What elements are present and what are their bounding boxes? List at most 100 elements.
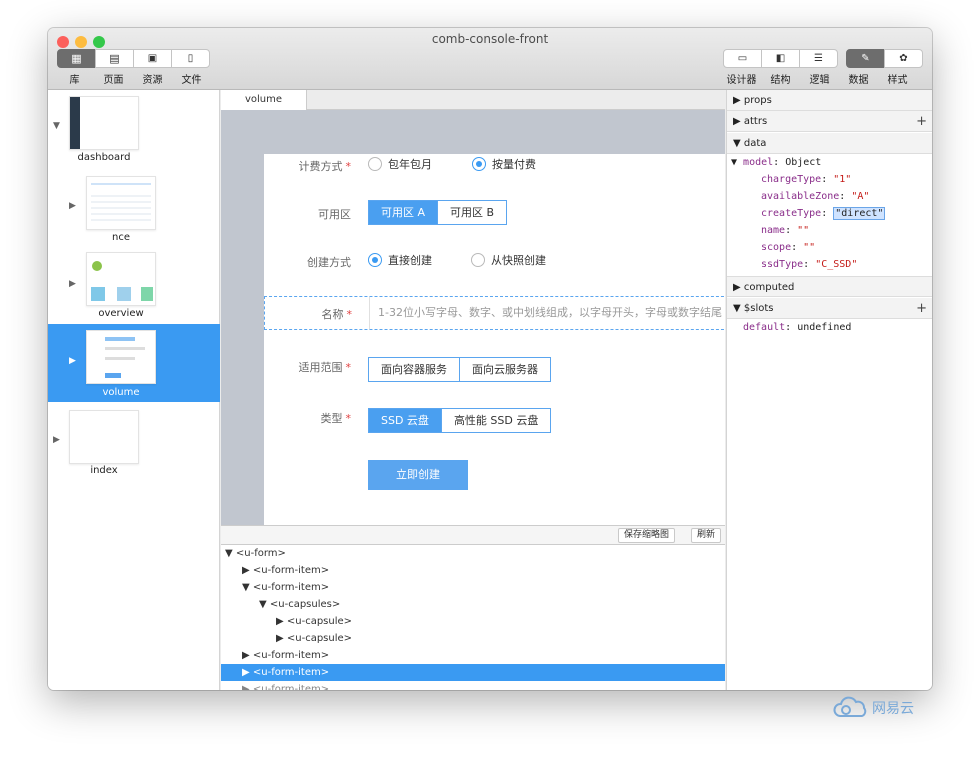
logic-label: 逻辑 [809, 75, 830, 86]
expand-arrow-icon[interactable]: ▶ [69, 356, 76, 366]
scope-server-capsule[interactable]: 面向云服务器 [459, 357, 551, 382]
create-option-snapshot[interactable]: 从快照创建 [471, 252, 546, 268]
tree-node-selected[interactable]: ▶ <u-form-item> [221, 664, 725, 681]
tree-node[interactable]: ▼ <u-form-item> [221, 579, 725, 596]
field-chargeType[interactable]: chargeType: "1" [761, 174, 851, 185]
type-hp-ssd-capsule[interactable]: 高性能 SSD 云盘 [440, 408, 552, 433]
cloud-icon [833, 696, 867, 717]
canvas-toolbar: 保存缩略图 刷新 [221, 525, 725, 545]
tree-node[interactable]: ▶ <u-form-item> [221, 562, 725, 579]
field-ssdType[interactable]: ssdType: "C_SSD" [761, 259, 857, 270]
field-scope[interactable]: scope: "" [761, 242, 815, 253]
field-createType[interactable]: createType: "direct" [761, 207, 886, 220]
field-availableZone[interactable]: availableZone: "A" [761, 191, 869, 202]
page-item-volume[interactable]: ▶ volume [48, 324, 220, 402]
charge-type-label: 计费方式 * [298, 160, 352, 173]
tree-node[interactable]: ▶ <u-capsule> [221, 630, 725, 647]
brand-logo: 网易云 [832, 696, 914, 720]
charge-option-usage[interactable]: 按量付费 [472, 156, 536, 172]
page-item-index[interactable]: ▶ index [48, 402, 220, 480]
data-icon: ✎ [861, 53, 870, 64]
expand-arrow-icon[interactable]: ▶ [69, 279, 76, 289]
designer-button[interactable]: ▭ [723, 49, 762, 68]
add-slot-icon[interactable]: + [916, 298, 927, 319]
structure-icon: ◧ [775, 53, 786, 64]
model-node[interactable]: ▼ model: Object [731, 157, 821, 168]
tree-node[interactable]: ▼ <u-capsules> [221, 596, 725, 613]
resource-label: 资源 [142, 75, 163, 86]
page-label: overview [98, 308, 144, 319]
titlebar: comb-console-front ▦ ▤ ▣ ▯ 库 页面 资源 文件 ▭ … [48, 28, 932, 90]
library-icon: ▦ [71, 52, 82, 65]
submit-button[interactable]: 立即创建 [368, 460, 468, 490]
structure-button[interactable]: ◧ [761, 49, 800, 68]
selected-form-item[interactable]: 名称 * 1-32位小写字母、数字、或中划线组成，以字母开头，字母或数字结尾 [264, 296, 725, 330]
designer-label: 设计器 [726, 75, 757, 86]
page-button[interactable]: ▤ [95, 49, 134, 68]
style-label: 样式 [887, 75, 908, 86]
page-thumbnail [86, 176, 156, 230]
tab-volume[interactable]: volume [221, 90, 307, 110]
charge-option-yearly[interactable]: 包年包月 [368, 156, 432, 172]
design-canvas[interactable]: 计费方式 * 包年包月 按量付费 可用区 可用区 A 可用区 B 创建方式 直接创… [221, 110, 725, 525]
data-label: 数据 [848, 75, 869, 86]
page-item-nce[interactable]: ▶ nce [48, 168, 220, 246]
slot-default[interactable]: default: undefined [743, 322, 851, 333]
refresh-button[interactable]: 刷新 [691, 528, 722, 543]
radio-checked-icon [472, 157, 486, 171]
brand-text: 网易云 [872, 701, 914, 717]
radio-checked-icon [368, 253, 382, 267]
tree-node[interactable]: ▼ <u-form> [221, 545, 725, 562]
tree-node[interactable]: ▶ <u-capsule> [221, 613, 725, 630]
image-icon: ▣ [147, 53, 158, 64]
library-button[interactable]: ▦ [57, 49, 96, 68]
page-item-overview[interactable]: ▶ overview [48, 246, 220, 324]
expand-arrow-icon[interactable]: ▶ [53, 435, 60, 445]
file-icon: ▯ [187, 53, 194, 64]
data-button[interactable]: ✎ [846, 49, 885, 68]
window-title: comb-console-front [431, 32, 549, 46]
tree-node[interactable]: ▶ <u-form-item> [221, 681, 725, 690]
logic-icon: ☰ [814, 53, 823, 64]
zone-b-capsule[interactable]: 可用区 B [437, 200, 508, 225]
scope-container-capsule[interactable]: 面向容器服务 [368, 357, 460, 382]
logic-button[interactable]: ☰ [799, 49, 838, 68]
field-name[interactable]: name: "" [761, 225, 809, 236]
designer-icon: ▭ [737, 53, 748, 64]
resource-button[interactable]: ▣ [133, 49, 172, 68]
page-label: 页面 [103, 75, 124, 86]
page-label: volume [102, 387, 140, 398]
create-option-direct[interactable]: 直接创建 [368, 252, 432, 268]
props-section[interactable]: ▶ props [727, 90, 932, 111]
page-thumbnail [69, 96, 139, 150]
name-label: 名称 * [321, 308, 353, 321]
page-layout-icon: ▤ [109, 52, 120, 65]
editor-tabbar: volume [221, 90, 725, 110]
save-thumbnail-button[interactable]: 保存缩略图 [618, 528, 676, 543]
computed-section[interactable]: ▶ computed [727, 276, 932, 297]
component-tree: ▼ <u-form> ▶ <u-form-item> ▼ <u-form-ite… [221, 545, 725, 690]
slots-section[interactable]: ▼ $slots + [727, 298, 932, 319]
zone-label: 可用区 [318, 208, 351, 221]
page-label: index [90, 465, 118, 476]
name-input[interactable]: 1-32位小写字母、数字、或中划线组成，以字母开头，字母或数字结尾 [369, 297, 725, 329]
expand-arrow-icon[interactable]: ▼ [53, 121, 60, 131]
radio-icon [471, 253, 485, 267]
file-button[interactable]: ▯ [171, 49, 210, 68]
zone-a-capsule[interactable]: 可用区 A [368, 200, 439, 225]
data-section[interactable]: ▼ data [727, 133, 932, 154]
add-attr-icon[interactable]: + [916, 111, 927, 132]
tree-node[interactable]: ▶ <u-form-item> [221, 647, 725, 664]
page-label: nce [112, 232, 130, 243]
library-label: 库 [69, 75, 80, 86]
type-capsules: SSD 云盘 高性能 SSD 云盘 [368, 408, 552, 433]
value-editor[interactable]: "direct" [833, 207, 886, 220]
page-thumbnail [86, 330, 156, 384]
expand-arrow-icon[interactable]: ▶ [69, 201, 76, 211]
style-button[interactable]: ✿ [884, 49, 923, 68]
app-window: comb-console-front ▦ ▤ ▣ ▯ 库 页面 资源 文件 ▭ … [48, 28, 932, 690]
radio-icon [368, 157, 382, 171]
page-item-dashboard[interactable]: ▼ dashboard [48, 90, 220, 168]
attrs-section[interactable]: ▶ attrs + [727, 111, 932, 132]
type-ssd-capsule[interactable]: SSD 云盘 [368, 408, 442, 433]
